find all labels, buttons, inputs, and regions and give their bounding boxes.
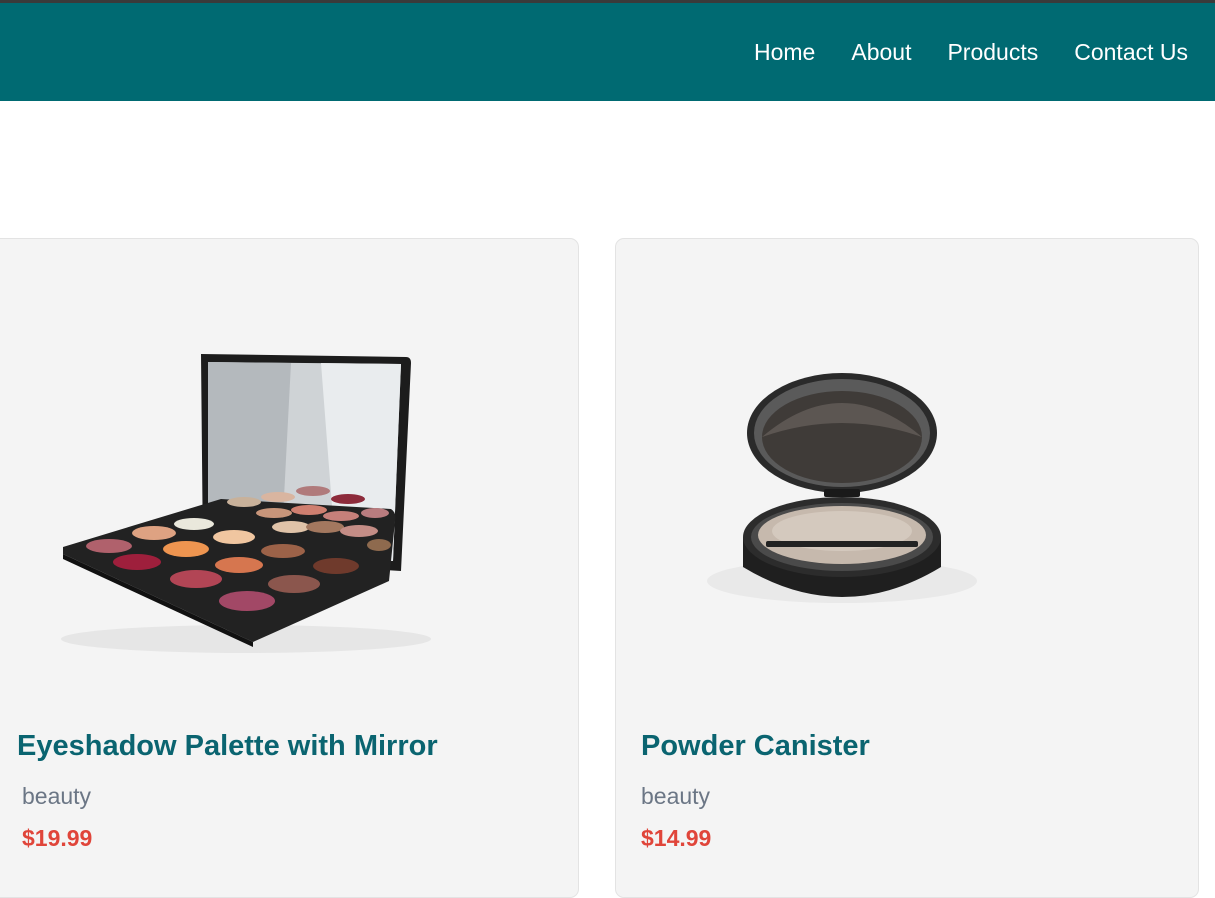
nav-link-home[interactable]: Home bbox=[754, 39, 815, 66]
product-card[interactable]: Eyeshadow Palette with Mirror beauty $19… bbox=[0, 238, 579, 898]
product-title[interactable]: Powder Canister bbox=[641, 730, 870, 763]
product-title[interactable]: Eyeshadow Palette with Mirror bbox=[17, 730, 438, 763]
nav-link-products[interactable]: Products bbox=[947, 39, 1038, 66]
nav-link-contact-us[interactable]: Contact Us bbox=[1074, 39, 1188, 66]
product-image-eyeshadow-palette[interactable] bbox=[0, 309, 578, 669]
product-image-powder-canister[interactable] bbox=[616, 309, 1198, 669]
product-price: $14.99 bbox=[641, 825, 712, 851]
product-price: $19.99 bbox=[22, 825, 93, 851]
nav-link-about[interactable]: About bbox=[851, 39, 911, 66]
product-card[interactable]: Powder Canister beauty $14.99 bbox=[615, 238, 1199, 898]
nav-menu: Home About Products Contact Us bbox=[754, 3, 1188, 101]
product-category: beauty bbox=[641, 783, 711, 809]
product-category: beauty bbox=[22, 783, 92, 809]
navbar: Home About Products Contact Us bbox=[0, 3, 1215, 101]
